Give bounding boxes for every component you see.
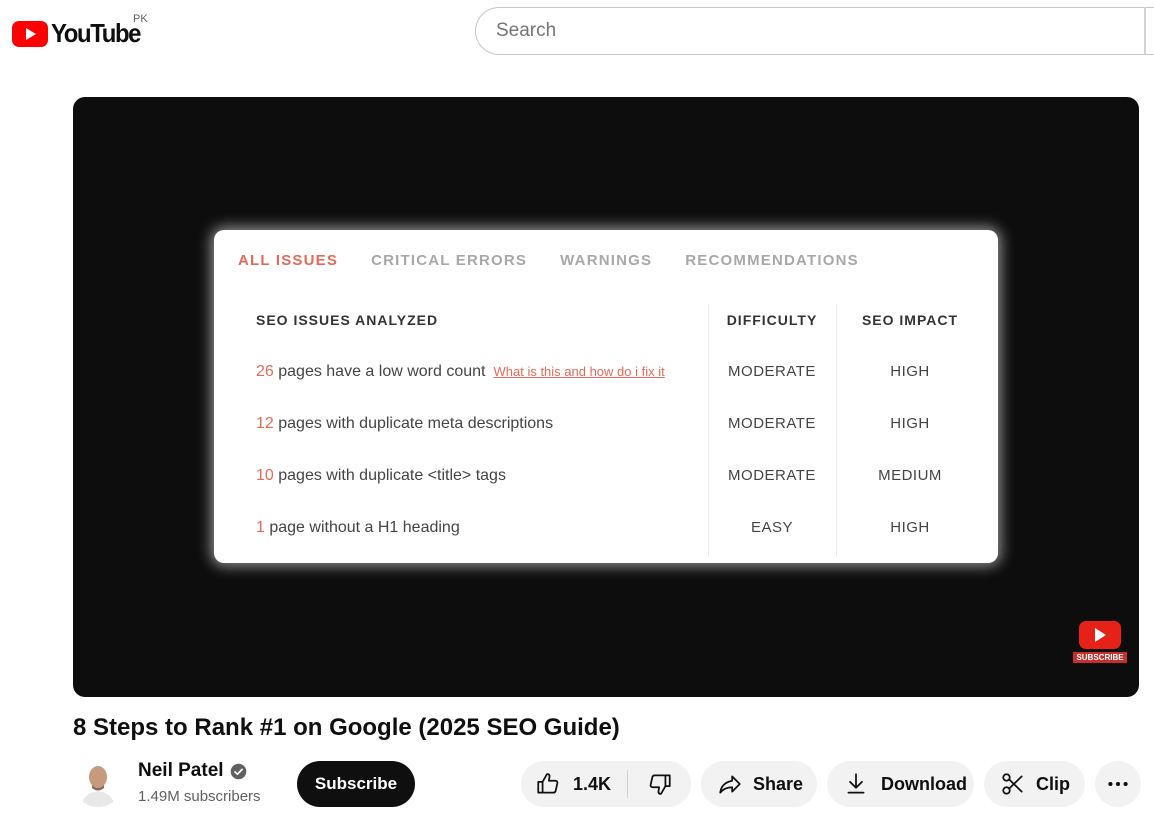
issue-cell: 1 page without a H1 heading bbox=[256, 519, 460, 537]
search-input[interactable] bbox=[476, 8, 1136, 54]
share-button[interactable]: Share bbox=[701, 761, 817, 807]
issue-count: 26 bbox=[256, 363, 274, 380]
tab-all-issues: ALL ISSUES bbox=[238, 252, 339, 269]
clip-label: Clip bbox=[1036, 773, 1070, 794]
video-player[interactable]: ALL ISSUES CRITICAL ERRORS WARNINGS RECO… bbox=[73, 97, 1139, 697]
issue-count: 10 bbox=[256, 467, 274, 484]
like-count: 1.4K bbox=[573, 773, 612, 794]
logo-text: YouTube bbox=[51, 18, 141, 48]
column-header-impact: SEO IMPACT bbox=[861, 312, 959, 328]
youtube-play-icon bbox=[1079, 621, 1121, 649]
issue-text: page without a H1 heading bbox=[264, 519, 460, 536]
seo-tabs: ALL ISSUES CRITICAL ERRORS WARNINGS RECO… bbox=[238, 252, 892, 269]
impact-cell: MEDIUM bbox=[878, 467, 942, 484]
channel-avatar[interactable] bbox=[73, 757, 123, 807]
subscribe-watermark[interactable]: SUBSCRIBE bbox=[1073, 621, 1127, 663]
search-divider bbox=[1144, 7, 1146, 55]
difficulty-cell: EASY bbox=[750, 519, 794, 536]
video-title: 8 Steps to Rank #1 on Google (2025 SEO G… bbox=[73, 714, 620, 741]
table-row: 10 pages with duplicate <title> tags MOD… bbox=[214, 461, 998, 491]
country-code: PK bbox=[133, 13, 148, 25]
download-icon bbox=[847, 773, 865, 794]
issue-cell: 26 pages have a low word count What is th… bbox=[256, 363, 665, 381]
help-link: What is this and how do i fix it bbox=[493, 364, 665, 379]
like-dislike-group: 1.4K bbox=[521, 761, 691, 807]
share-icon bbox=[719, 775, 741, 794]
tab-warnings: WARNINGS bbox=[560, 252, 653, 269]
tab-critical-errors: CRITICAL ERRORS bbox=[371, 252, 528, 269]
download-button[interactable]: Download bbox=[827, 761, 974, 807]
dislike-icon bbox=[649, 774, 671, 795]
issue-cell: 10 pages with duplicate <title> tags bbox=[256, 467, 506, 485]
search-box bbox=[475, 7, 1154, 55]
clip-icon bbox=[1002, 773, 1023, 795]
column-header-issues: SEO ISSUES ANALYZED bbox=[256, 312, 439, 328]
issue-count: 1 bbox=[256, 519, 265, 536]
subscribe-watermark-label: SUBSCRIBE bbox=[1073, 652, 1127, 663]
issue-cell: 12 pages with duplicate meta description… bbox=[256, 415, 553, 433]
download-label: Download bbox=[881, 773, 967, 794]
seo-issues-card: ALL ISSUES CRITICAL ERRORS WARNINGS RECO… bbox=[214, 230, 998, 563]
column-header-difficulty: DIFFICULTY bbox=[726, 312, 818, 328]
dislike-button[interactable] bbox=[628, 761, 691, 807]
subscriber-count: 1.49M subscribers bbox=[138, 788, 261, 805]
impact-cell: HIGH bbox=[890, 519, 930, 536]
verified-icon bbox=[230, 763, 246, 779]
impact-cell: HIGH bbox=[890, 363, 930, 380]
issue-text: pages with duplicate <title> tags bbox=[273, 467, 506, 484]
channel-name[interactable]: Neil Patel bbox=[138, 760, 247, 782]
table-row: 1 page without a H1 heading EASY HIGH bbox=[214, 513, 998, 543]
avatar-image bbox=[73, 757, 123, 807]
issue-text: pages with duplicate meta descriptions bbox=[273, 415, 554, 432]
share-label: Share bbox=[753, 773, 804, 794]
issue-count: 12 bbox=[256, 415, 274, 432]
issue-text: pages have a low word count bbox=[273, 363, 486, 380]
more-actions-button[interactable] bbox=[1095, 761, 1141, 807]
difficulty-cell: MODERATE bbox=[728, 363, 816, 380]
youtube-logo[interactable]: YouTube bbox=[12, 18, 148, 49]
like-icon bbox=[537, 773, 559, 794]
youtube-logo-icon bbox=[12, 20, 48, 47]
subscribe-button[interactable]: Subscribe bbox=[297, 761, 415, 807]
like-button[interactable]: 1.4K bbox=[521, 761, 627, 807]
difficulty-cell: MODERATE bbox=[728, 415, 816, 432]
impact-cell: HIGH bbox=[890, 415, 930, 432]
clip-button[interactable]: Clip bbox=[984, 761, 1085, 807]
table-row: 12 pages with duplicate meta description… bbox=[214, 409, 998, 439]
tab-recommendations: RECOMMENDATIONS bbox=[685, 252, 859, 269]
more-icon bbox=[1108, 781, 1128, 787]
channel-name-text: Neil Patel bbox=[138, 760, 224, 781]
difficulty-cell: MODERATE bbox=[728, 467, 816, 484]
table-row: 26 pages have a low word count What is th… bbox=[214, 357, 998, 387]
